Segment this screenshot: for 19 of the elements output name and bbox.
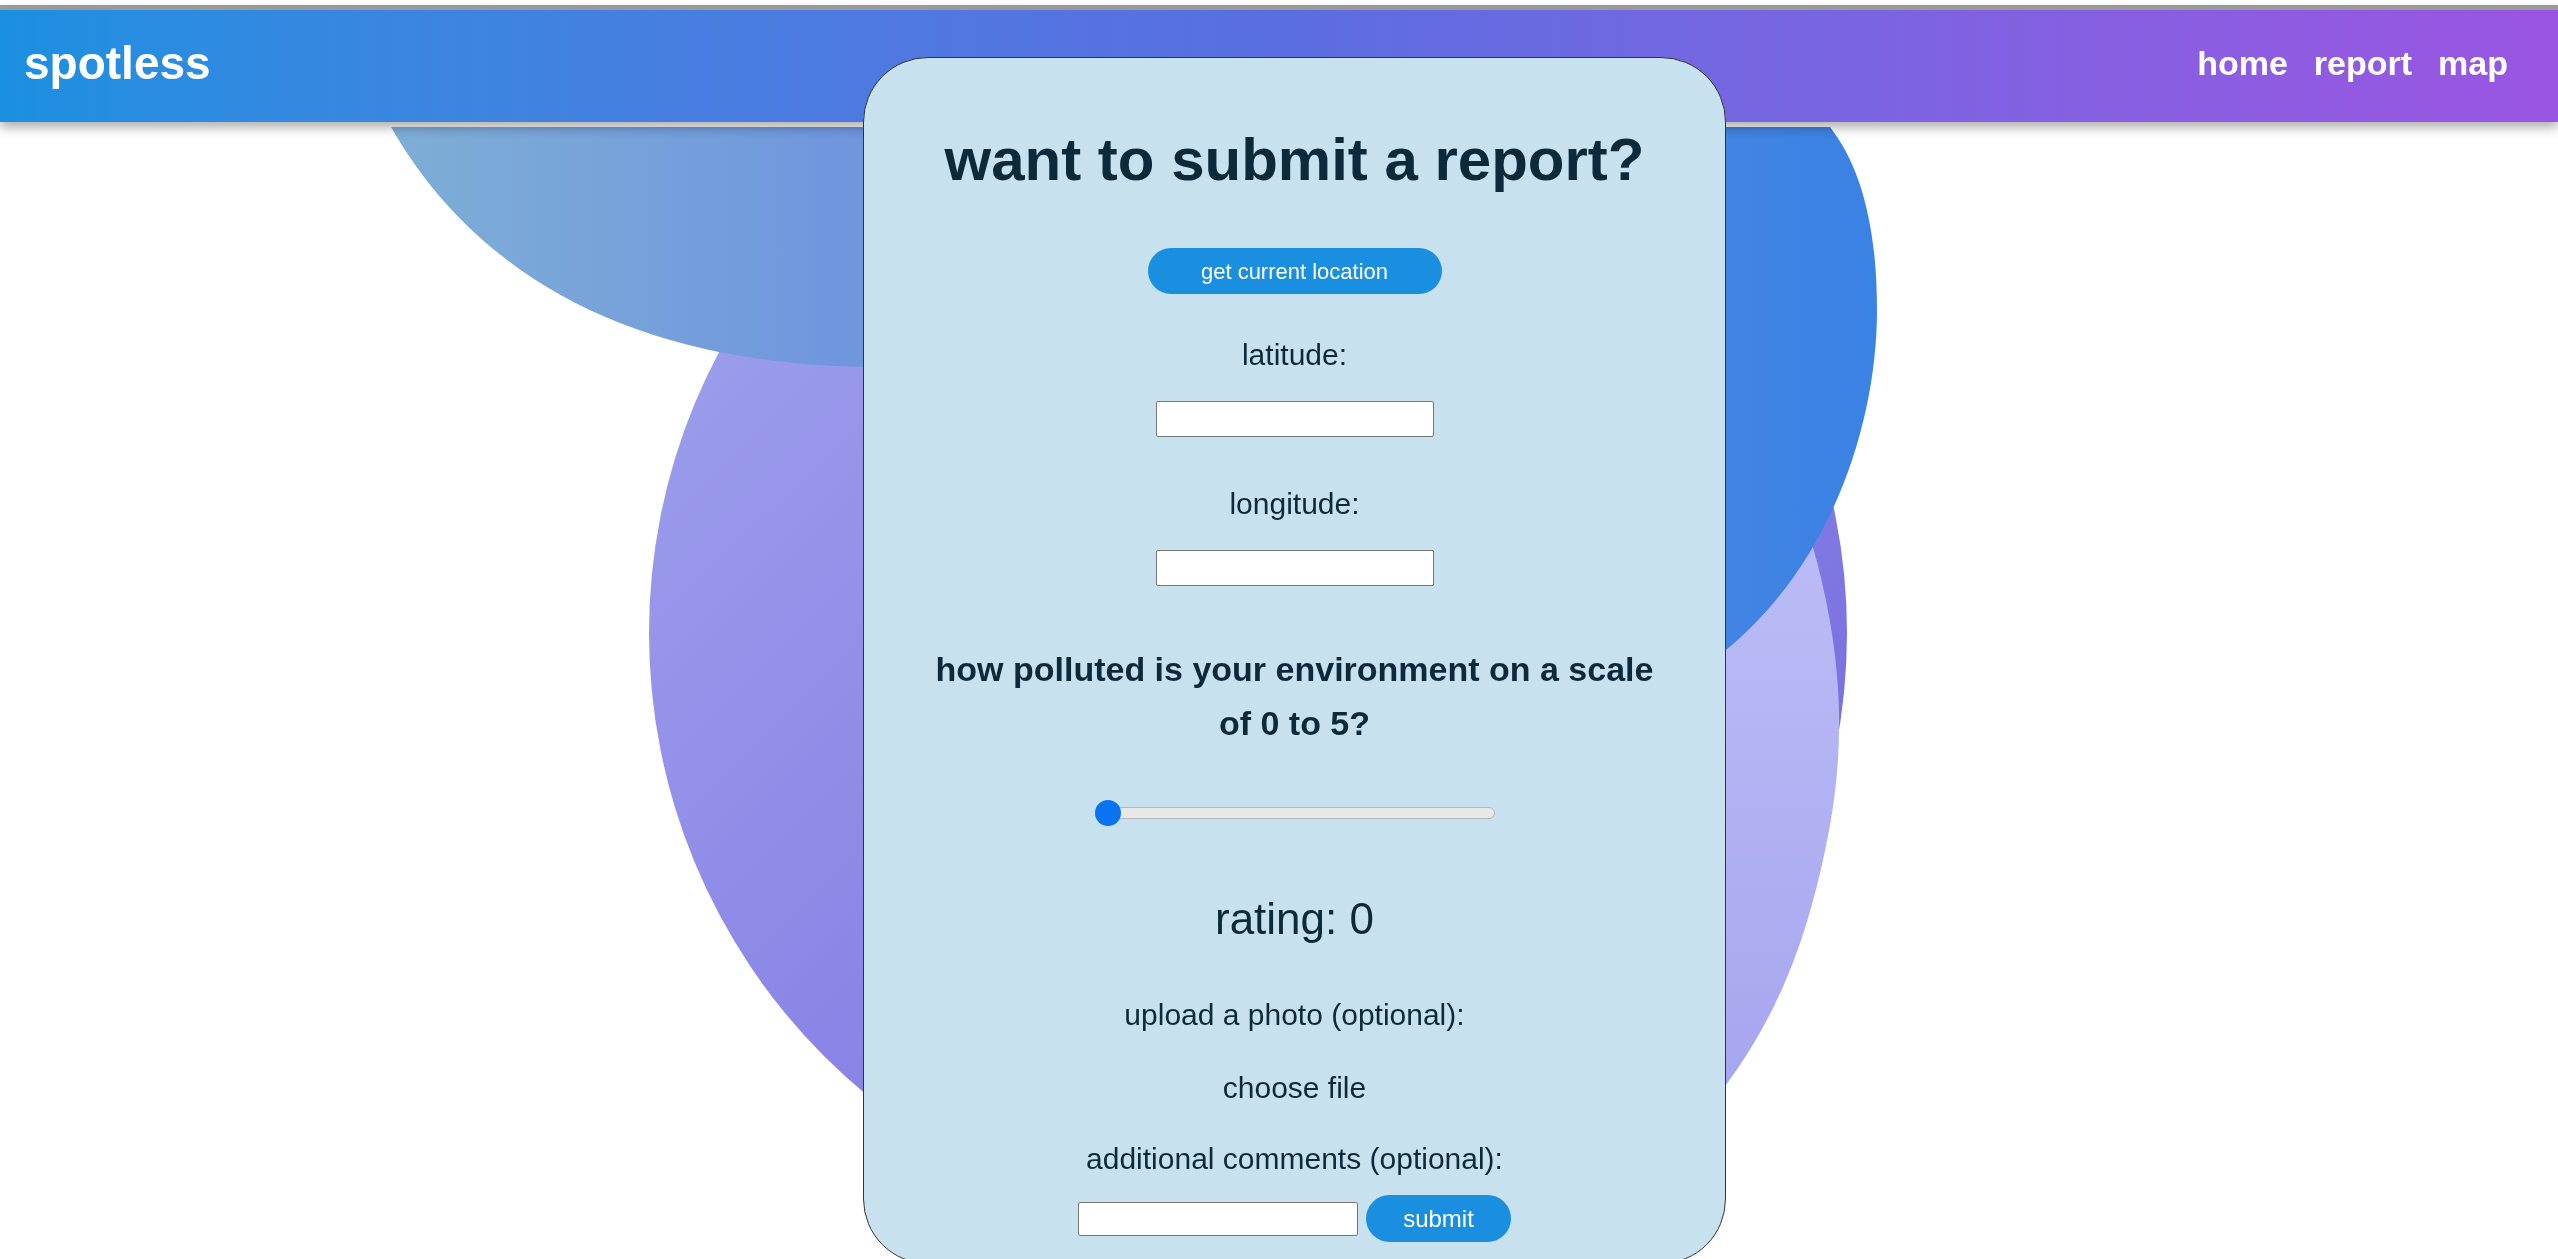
rating-value: rating: 0 (1215, 893, 1374, 945)
brand-logo[interactable]: spotless (24, 29, 211, 98)
field-label: longitude: (1229, 486, 1360, 522)
field-label: latitude: (1241, 337, 1348, 373)
comments-label: additional comments (optional): (1086, 1141, 1503, 1177)
upload-label: upload a photo (optional): (1124, 997, 1465, 1033)
submit-button[interactable]: submit (1366, 1195, 1511, 1242)
coordinate-field[interactable] (1155, 401, 1434, 437)
form-title: want to submit a report? (944, 130, 1645, 190)
question-text: how polluted is your environment on a scale of 0 to 5? (934, 649, 1655, 744)
location-button[interactable]: get current location (1147, 248, 1442, 294)
rating-slider[interactable] (1094, 800, 1495, 826)
nav-link[interactable]: home (2197, 38, 2288, 89)
nav-link[interactable]: map (2438, 38, 2508, 89)
slider-thumb[interactable] (1094, 800, 1121, 826)
coordinate-field[interactable] (1155, 550, 1434, 586)
choose-file-button[interactable]: choose file (1222, 1065, 1367, 1110)
comments-field[interactable] (1078, 1201, 1358, 1236)
nav-link[interactable]: report (2313, 38, 2413, 89)
